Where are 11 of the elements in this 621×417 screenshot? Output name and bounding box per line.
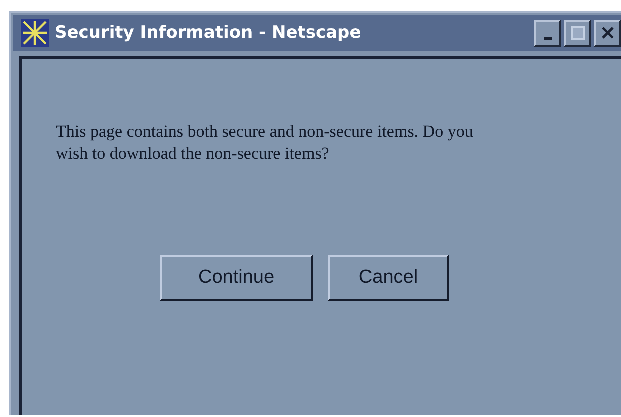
minimize-icon [544, 36, 552, 40]
maximize-button[interactable] [564, 20, 591, 46]
minimize-button[interactable] [534, 20, 561, 46]
close-icon [600, 26, 614, 40]
maximize-icon [570, 26, 584, 40]
message-text: This page contains both secure and non-secure items. Do you wish to download the non-secure items? [56, 121, 474, 165]
star-icon [21, 19, 49, 47]
cancel-button[interactable]: Cancel [328, 255, 449, 301]
continue-button[interactable]: Continue [160, 255, 313, 301]
window-title: Security Information - Netscape [55, 23, 362, 43]
close-button[interactable] [594, 20, 621, 46]
